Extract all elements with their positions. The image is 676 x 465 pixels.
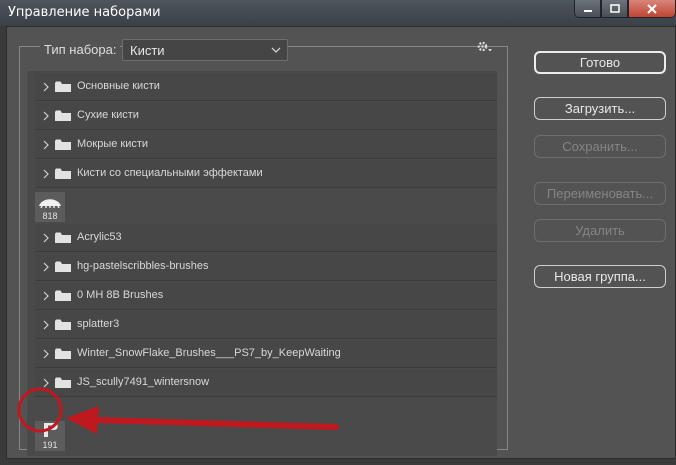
window-title: Управление наборами [8, 5, 161, 20]
maximize-icon [609, 3, 620, 13]
folder-icon [55, 261, 71, 272]
list-item-label: Сухие кисти [77, 109, 139, 121]
list-item-label: Acrylic53 [77, 231, 122, 243]
window-titlebar[interactable]: Управление наборами [0, 0, 676, 26]
brush-stroke-icon [39, 199, 61, 209]
brush-stamp-icon [44, 423, 58, 437]
folder-icon [55, 110, 71, 121]
done-button[interactable]: Готово [534, 51, 666, 74]
list-item[interactable]: Основные кисти [35, 73, 497, 101]
chevron-right-icon [43, 169, 49, 179]
list-item[interactable]: JS_scully7491_wintersnow [35, 369, 497, 397]
minimize-icon [583, 9, 592, 12]
chevron-right-icon [43, 111, 49, 121]
folder-icon [55, 81, 71, 92]
rename-button[interactable]: Переименовать... [534, 182, 666, 205]
list-item-label: Winter_SnowFlake_Brushes___PS7_by_KeepWa… [77, 347, 341, 359]
chevron-right-icon [43, 233, 49, 243]
chevron-right-icon [43, 140, 49, 150]
preset-type-label: Тип набора: [40, 42, 121, 57]
list-item-label: Кисти со специальными эффектами [77, 167, 263, 179]
list-item[interactable]: Winter_SnowFlake_Brushes___PS7_by_KeepWa… [35, 340, 497, 368]
new-group-button[interactable]: Новая группа... [534, 265, 666, 288]
chevron-right-icon [43, 82, 49, 92]
list-item-label: JS_scully7491_wintersnow [77, 376, 210, 388]
brush-preset-thumbnail[interactable]: 818 [35, 192, 65, 222]
load-button[interactable]: Загрузить... [534, 97, 666, 120]
brush-size-label: 191 [42, 440, 58, 450]
list-item[interactable]: Acrylic53 [35, 224, 497, 252]
brush-size-label: 818 [42, 211, 58, 221]
list-item[interactable]: Сухие кисти [35, 102, 497, 130]
minimize-button[interactable] [574, 0, 601, 18]
close-button[interactable] [628, 0, 676, 18]
list-item[interactable]: Кисти со специальными эффектами [35, 160, 497, 188]
list-item[interactable]: 0 MH 8B Brushes [35, 282, 497, 310]
chevron-right-icon [43, 320, 49, 330]
folder-icon [55, 139, 71, 150]
preset-type-select[interactable]: Кисти [122, 39, 288, 61]
folder-icon [55, 377, 71, 388]
brush-preset-thumbnail[interactable]: 191 [35, 421, 65, 451]
save-button[interactable]: Сохранить... [534, 135, 666, 158]
folder-icon [55, 168, 71, 179]
chevron-right-icon [43, 291, 49, 301]
maximize-button[interactable] [601, 0, 628, 18]
list-item[interactable]: hg-pastelscribbles-brushes [35, 253, 497, 281]
chevron-right-icon [43, 262, 49, 272]
chevron-right-icon [43, 378, 49, 388]
list-item-label: 0 MH 8B Brushes [77, 289, 164, 301]
folder-icon [55, 290, 71, 301]
list-item[interactable]: Мокрые кисти [35, 131, 497, 159]
folder-icon [55, 348, 71, 359]
folder-icon [55, 319, 71, 330]
list-item-label: splatter3 [77, 318, 120, 330]
list-item-label: Мокрые кисти [77, 138, 149, 150]
preset-list[interactable]: Основные кисти Сухие кисти Мокрые кисти … [27, 71, 497, 456]
window-controls [574, 0, 676, 18]
list-item-label: hg-pastelscribbles-brushes [77, 260, 209, 272]
chevron-right-icon [43, 349, 49, 359]
list-item-label: Основные кисти [77, 80, 160, 92]
folder-icon [55, 232, 71, 243]
delete-button[interactable]: Удалить [534, 219, 666, 242]
list-item[interactable]: splatter3 [35, 311, 497, 339]
preset-manager-dialog: Тип набора: Кисти Основные кисти Сухие к… [6, 26, 676, 459]
gear-icon[interactable] [477, 41, 493, 53]
preset-type-value: Кисти [130, 43, 165, 58]
close-icon [647, 3, 657, 14]
chevron-down-icon [271, 47, 281, 53]
